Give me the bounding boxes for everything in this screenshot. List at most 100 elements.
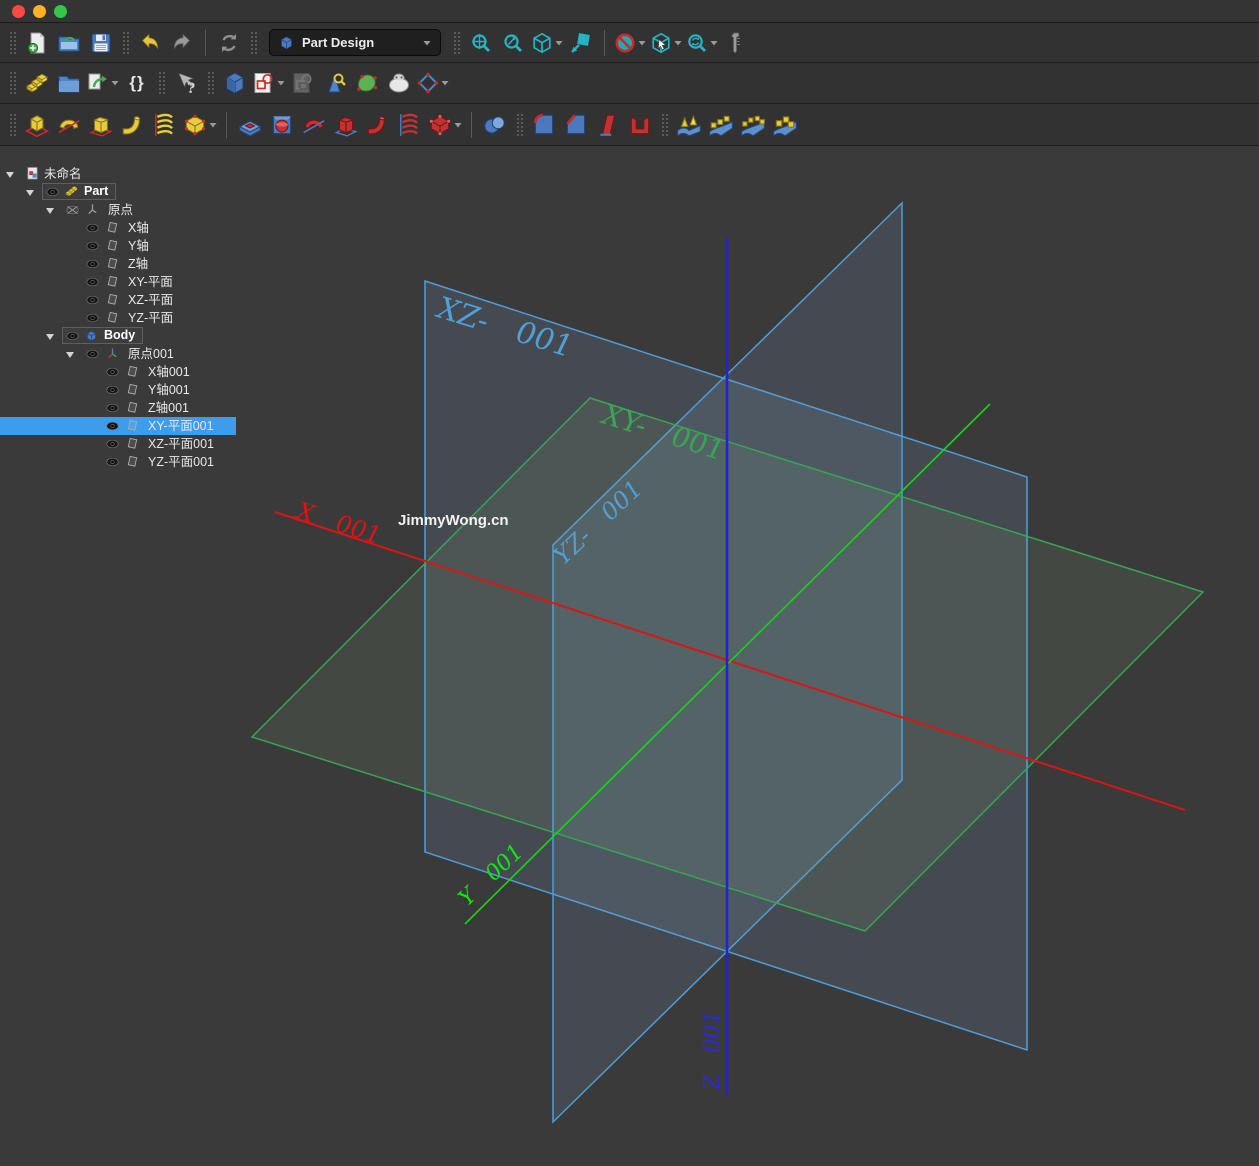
tree-row-xy-plane001[interactable]: XY-平面001 <box>0 417 236 435</box>
create-group-button[interactable] <box>54 67 84 99</box>
carbon-copy-button[interactable] <box>384 67 414 99</box>
additive-pipe-button[interactable] <box>118 109 148 141</box>
visibility-eye-icon[interactable] <box>106 403 119 413</box>
tree-row-document-root[interactable]: 未命名 <box>0 165 236 183</box>
expand-arrow-icon[interactable] <box>6 172 14 178</box>
expand-arrow-icon[interactable] <box>66 352 74 358</box>
selection-view-button[interactable] <box>649 27 683 59</box>
create-part-button[interactable] <box>22 67 52 99</box>
visibility-eye-icon[interactable] <box>86 313 99 323</box>
fillet-button[interactable] <box>529 109 559 141</box>
toolbar-drag-handle[interactable] <box>9 31 16 55</box>
subtractive-loft-button[interactable] <box>331 109 361 141</box>
new-document-button[interactable] <box>22 27 52 59</box>
visibility-eye-icon[interactable] <box>106 421 119 431</box>
zoom-window-button[interactable] <box>54 5 67 18</box>
visibility-eye-icon[interactable] <box>86 349 99 359</box>
polar-pattern-button[interactable] <box>738 109 768 141</box>
tree-row-origin[interactable]: 原点 <box>0 201 236 219</box>
hole-button[interactable] <box>267 109 297 141</box>
toolbar-drag-handle[interactable] <box>122 31 129 55</box>
toolbar-drag-handle[interactable] <box>207 71 214 95</box>
undo-button[interactable] <box>135 27 165 59</box>
subtractive-pipe-button[interactable] <box>363 109 393 141</box>
fit-selection-button[interactable] <box>498 27 528 59</box>
draw-style-button[interactable] <box>613 27 647 59</box>
toolbar-drag-handle[interactable] <box>9 113 16 137</box>
create-body-button[interactable] <box>220 67 250 99</box>
toolbar-drag-handle[interactable] <box>9 71 16 95</box>
save-document-button[interactable] <box>86 27 116 59</box>
tree-row-yz-plane[interactable]: YZ-平面 <box>0 309 236 327</box>
boolean-operation-button[interactable] <box>480 109 510 141</box>
additive-loft-button[interactable] <box>86 109 116 141</box>
open-document-button[interactable] <box>54 27 84 59</box>
toolbar-drag-handle[interactable] <box>661 113 668 137</box>
map-sketch-button[interactable] <box>320 67 350 99</box>
expand-arrow-icon[interactable] <box>26 190 34 196</box>
additive-primitive-button[interactable] <box>182 109 218 141</box>
thickness-button[interactable] <box>625 109 655 141</box>
visibility-eye-hidden-icon[interactable] <box>66 205 79 215</box>
visibility-eye-icon[interactable] <box>86 241 99 251</box>
expression-editor-button[interactable]: {} <box>122 67 152 99</box>
tree-row-yz-plane001[interactable]: YZ-平面001 <box>0 453 236 471</box>
tree-row-xz-plane001[interactable]: XZ-平面001 <box>0 435 236 453</box>
tree-row-y-axis[interactable]: Y轴 <box>0 237 236 255</box>
align-to-selection-button[interactable] <box>566 27 596 59</box>
tree-row-z-axis001[interactable]: Z轴001 <box>0 399 236 417</box>
chamfer-button[interactable] <box>561 109 591 141</box>
visibility-eye-icon[interactable] <box>106 457 119 467</box>
pocket-button[interactable] <box>235 109 265 141</box>
create-sketch-button[interactable] <box>252 67 286 99</box>
expand-arrow-icon[interactable] <box>46 334 54 340</box>
tree-row-y-axis001[interactable]: Y轴001 <box>0 381 236 399</box>
tree-row-xy-plane[interactable]: XY-平面 <box>0 273 236 291</box>
visibility-eye-icon[interactable] <box>86 259 99 269</box>
refresh-button[interactable] <box>214 27 244 59</box>
toolbar-drag-handle[interactable] <box>453 31 460 55</box>
measure-button[interactable] <box>721 27 751 59</box>
redo-button[interactable] <box>167 27 197 59</box>
whats-this-button[interactable]: ? <box>171 67 201 99</box>
visibility-eye-icon[interactable] <box>66 331 79 341</box>
visibility-eye-icon[interactable] <box>86 223 99 233</box>
subtractive-primitive-button[interactable] <box>427 109 463 141</box>
minimize-window-button[interactable] <box>33 5 46 18</box>
workbench-selector[interactable]: Part Design <box>269 29 441 56</box>
isometric-view-button[interactable] <box>530 27 564 59</box>
toolbar-drag-handle[interactable] <box>250 31 257 55</box>
draft-button[interactable] <box>593 109 623 141</box>
make-link-button[interactable] <box>86 67 120 99</box>
visibility-eye-icon[interactable] <box>86 295 99 305</box>
tree-row-part[interactable]: Part <box>0 183 236 201</box>
tree-row-x-axis001[interactable]: X轴001 <box>0 363 236 381</box>
groove-button[interactable] <box>299 109 329 141</box>
mirrored-button[interactable] <box>674 109 704 141</box>
validate-sketch-button[interactable] <box>352 67 382 99</box>
zoom-tools-button[interactable] <box>685 27 719 59</box>
tree-row-origin001[interactable]: 原点001 <box>0 345 236 363</box>
tree-row-z-axis[interactable]: Z轴 <box>0 255 236 273</box>
visibility-eye-icon[interactable] <box>106 385 119 395</box>
visibility-eye-icon[interactable] <box>106 367 119 377</box>
visibility-eye-icon[interactable] <box>86 277 99 287</box>
tree-row-body[interactable]: Body <box>0 327 236 345</box>
close-window-button[interactable] <box>12 5 25 18</box>
tree-row-xz-plane[interactable]: XZ-平面 <box>0 291 236 309</box>
visibility-eye-icon[interactable] <box>106 439 119 449</box>
tree-row-x-axis[interactable]: X轴 <box>0 219 236 237</box>
linear-pattern-button[interactable] <box>706 109 736 141</box>
pad-button[interactable] <box>22 109 52 141</box>
toolbar-drag-handle[interactable] <box>158 71 165 95</box>
expand-arrow-icon[interactable] <box>46 208 54 214</box>
edit-sketch-button[interactable] <box>288 67 318 99</box>
subtractive-helix-button[interactable] <box>395 109 425 141</box>
toolbar-drag-handle[interactable] <box>516 113 523 137</box>
visibility-eye-icon[interactable] <box>46 187 59 197</box>
fit-all-button[interactable] <box>466 27 496 59</box>
multitransform-button[interactable] <box>770 109 800 141</box>
additive-helix-button[interactable] <box>150 109 180 141</box>
create-datum-button[interactable] <box>416 67 450 99</box>
revolution-button[interactable] <box>54 109 84 141</box>
